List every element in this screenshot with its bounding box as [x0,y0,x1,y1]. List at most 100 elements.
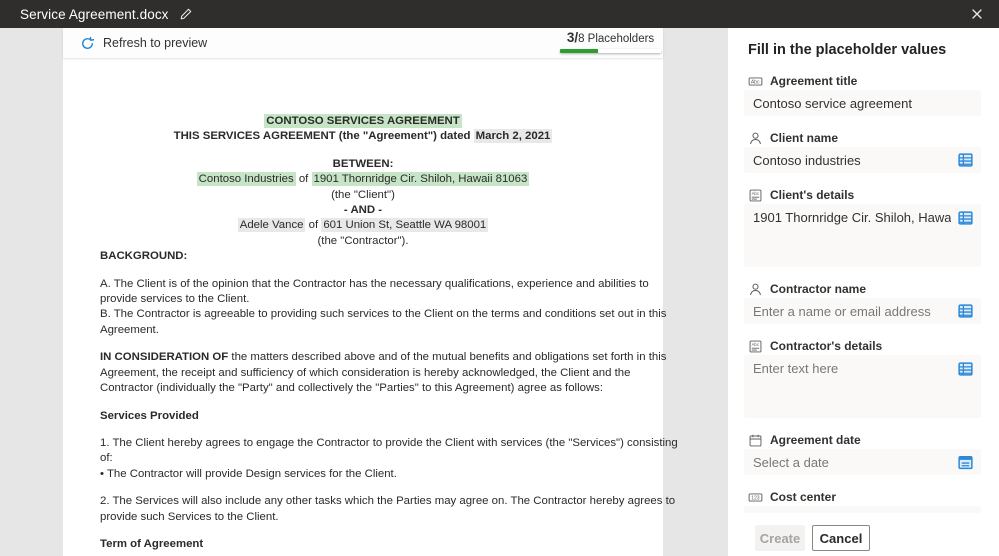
client-name-input[interactable]: Contoso industries [744,147,981,173]
doc-spacer [100,482,626,494]
svg-text:Abc: Abc [752,342,760,347]
table-lookup-icon[interactable] [957,361,974,378]
doc-text: Agreement. [100,323,159,336]
doc-text: 2. The Services will also include any ot… [100,495,676,508]
doc-line: • The Contractor will provide Design ser… [100,467,626,482]
doc-text: IN CONSIDERATION OF [100,351,232,364]
doc-line: A. The Client is of the opinion that the… [100,277,649,292]
panel-title: Fill in the placeholder values [748,42,947,58]
field-label: Client's details [770,188,855,202]
doc-text: - AND - [343,204,383,217]
progress-count: 3/ [566,30,579,45]
doc-spacer [100,338,626,350]
field-label: Client name [770,131,839,145]
field-label-row: Agreement date [748,433,981,448]
doc-line: provide services to the Client. [100,292,626,307]
agreement-date-input[interactable]: Select a date [744,449,981,475]
field-label: Contractor's details [770,339,883,353]
field-label-row: Abc Contractor's details [748,339,981,354]
contractor-details-input[interactable]: Enter text here [744,355,981,418]
table-lookup-icon[interactable] [957,210,974,227]
doc-line: Services Provided [100,409,626,424]
doc-line: Adele Vance of 601 Union St, Seattle WA … [100,218,626,233]
progress-bar-fill [560,49,598,53]
placeholder-panel: Fill in the placeholder values Abc Agree… [728,28,999,556]
input-placeholder: Select a date [753,454,829,470]
doc-line: Contoso Industries of 1901 Thornridge Ci… [100,172,626,187]
doc-text: of [295,173,312,186]
field-label: Agreement title [770,74,858,88]
svg-text:Abc: Abc [751,80,760,86]
refresh-button[interactable]: Refresh to preview [80,36,207,51]
field-client-details: Abc Client's details 1901 Thornridge Cir… [744,188,981,267]
table-lookup-icon[interactable] [957,303,974,320]
doc-line: 1. The Client hereby agrees to engage th… [100,436,678,451]
table-lookup-icon[interactable] [957,152,974,169]
svg-text:123: 123 [751,496,760,502]
doc-line: Agreement. [100,323,626,338]
field-label-row: 123 Cost center [748,490,981,505]
field-client-name: Client name Contoso industries [744,131,981,173]
doc-text: Contractor (individually the "Party" and… [100,382,604,395]
field-agreement-title: Abc Agreement title Contoso service agre… [744,74,981,116]
field-label: Cost center [770,490,837,504]
doc-text: of [305,219,322,232]
placeholder-highlight: CONTOSO SERVICES AGREEMENT [264,114,462,128]
preview-toolbar: Refresh to preview 3/8 Placeholders [63,28,663,58]
doc-line: provide such Services to the Client. [100,510,626,525]
doc-spacer [100,145,626,157]
create-button[interactable]: Create [755,525,805,551]
doc-text: • The Contractor will provide Design ser… [100,467,397,480]
client-details-input[interactable]: 1901 Thornridge Cir. Shiloh, Hawaii 8106… [744,204,981,267]
rename-pencil-icon[interactable] [179,7,193,21]
placeholder-highlight: 1901 Thornridge Cir. Shiloh, Hawaii 8106… [311,172,530,187]
document-body: CONTOSO SERVICES AGREEMENT THIS SERVICES … [63,58,678,552]
doc-text: (the "Client") [331,188,395,201]
field-label-row: Client name [748,131,981,146]
doc-line: BACKGROUND: [100,249,626,264]
doc-line: THIS SERVICES AGREEMENT (the "Agreement"… [100,129,626,144]
panel-footer: Create Cancel [728,513,999,556]
doc-spacer [100,397,626,409]
cancel-button[interactable]: Cancel [812,525,870,551]
person-icon [748,282,763,297]
doc-line: of: [100,451,626,466]
document-title: Service Agreement.docx [20,6,169,22]
doc-line: (the "Client") [100,188,626,203]
field-label-row: Abc Agreement title [748,74,981,89]
doc-line: 2. The Services will also include any ot… [100,494,675,509]
doc-line: Term of Agreement [100,537,626,552]
doc-text: Term of Agreement [100,537,204,550]
placeholder-progress: 3/8 Placeholders [560,30,661,53]
doc-text: the matters described above and of the m… [231,351,667,364]
doc-line: - AND - [100,203,626,218]
progress-bar [560,49,661,53]
doc-spacer [100,424,626,436]
calendar-icon [748,433,763,448]
refresh-icon [80,36,95,51]
text-area-icon: Abc [748,339,763,354]
doc-text: provide such Services to the Client. [100,510,279,523]
field-contractor-details: Abc Contractor's details Enter text here [744,339,981,418]
placeholder-highlight: Adele Vance [237,218,306,233]
contractor-name-input[interactable]: Enter a name or email address [744,298,981,324]
doc-line: B. The Contractor is agreeable to provid… [100,307,666,322]
placeholder-dialog: Service Agreement.docx Refresh to previe… [0,0,999,556]
doc-text: provide services to the Client. [100,293,250,306]
person-icon [748,131,763,146]
doc-text: BETWEEN: [332,157,394,170]
input-placeholder: Enter a name or email address [753,303,931,319]
field-contractor-name: Contractor name Enter a name or email ad… [744,282,981,324]
field-label: Contractor name [770,282,867,296]
calendar-picker-icon[interactable] [957,454,974,471]
doc-text: BACKGROUND: [100,250,188,263]
doc-line: BETWEEN: [100,157,626,172]
field-label-row: Contractor name [748,282,981,297]
doc-line: Contractor (individually the "Party" and… [100,381,626,396]
doc-text: of: [100,452,113,465]
doc-text: 1. The Client hereby agrees to engage th… [100,436,678,449]
agreement-title-input[interactable]: Contoso service agreement [744,90,981,116]
close-icon[interactable] [967,4,987,24]
doc-text: Agreement, the receipt and sufficiency o… [100,366,631,379]
doc-line: (the "Contractor"). [100,234,626,249]
